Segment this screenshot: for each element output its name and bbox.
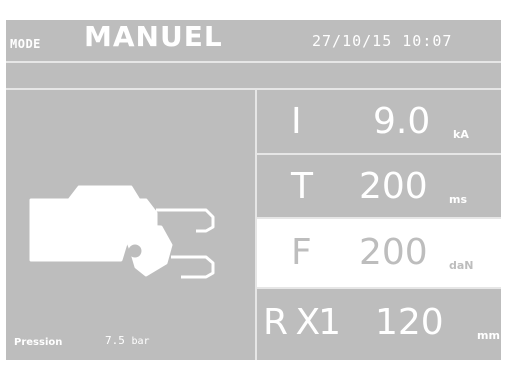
welding-gun-icon [29,185,215,279]
param-unit: mm [477,329,500,342]
pressure-value: 7.5 bar [105,334,150,347]
param-unit: kA [453,128,469,141]
header-bar: MODE MANUEL 27/10/15 10:07 [6,20,501,63]
param-row-force[interactable]: F 200 daN [257,219,501,289]
param-symbol: R X1 [263,302,341,343]
param-unit: ms [449,193,468,206]
param-unit: daN [449,259,474,272]
datetime: 27/10/15 10:07 [312,32,453,50]
param-row-current[interactable]: I 9.0 kA [257,90,501,155]
param-value: 200 [359,166,428,207]
mode-label: MODE [10,37,41,51]
mode-value: MANUEL [84,20,223,53]
tool-panel: Pression 7.5 bar [6,90,257,360]
pressure-label: Pression [14,337,63,348]
param-row-time[interactable]: T 200 ms [257,155,501,219]
param-row-radius[interactable]: R X1 120 mm [257,289,501,360]
lcd-screen: MODE MANUEL 27/10/15 10:07 Pression 7.5 … [6,20,501,360]
param-symbol: F [291,232,312,273]
param-value: 200 [359,232,428,273]
param-value: 120 [375,302,444,343]
secondary-bar [6,63,501,90]
param-value: 9.0 [373,101,431,142]
param-symbol: I [291,101,302,142]
param-symbol: T [291,166,313,207]
